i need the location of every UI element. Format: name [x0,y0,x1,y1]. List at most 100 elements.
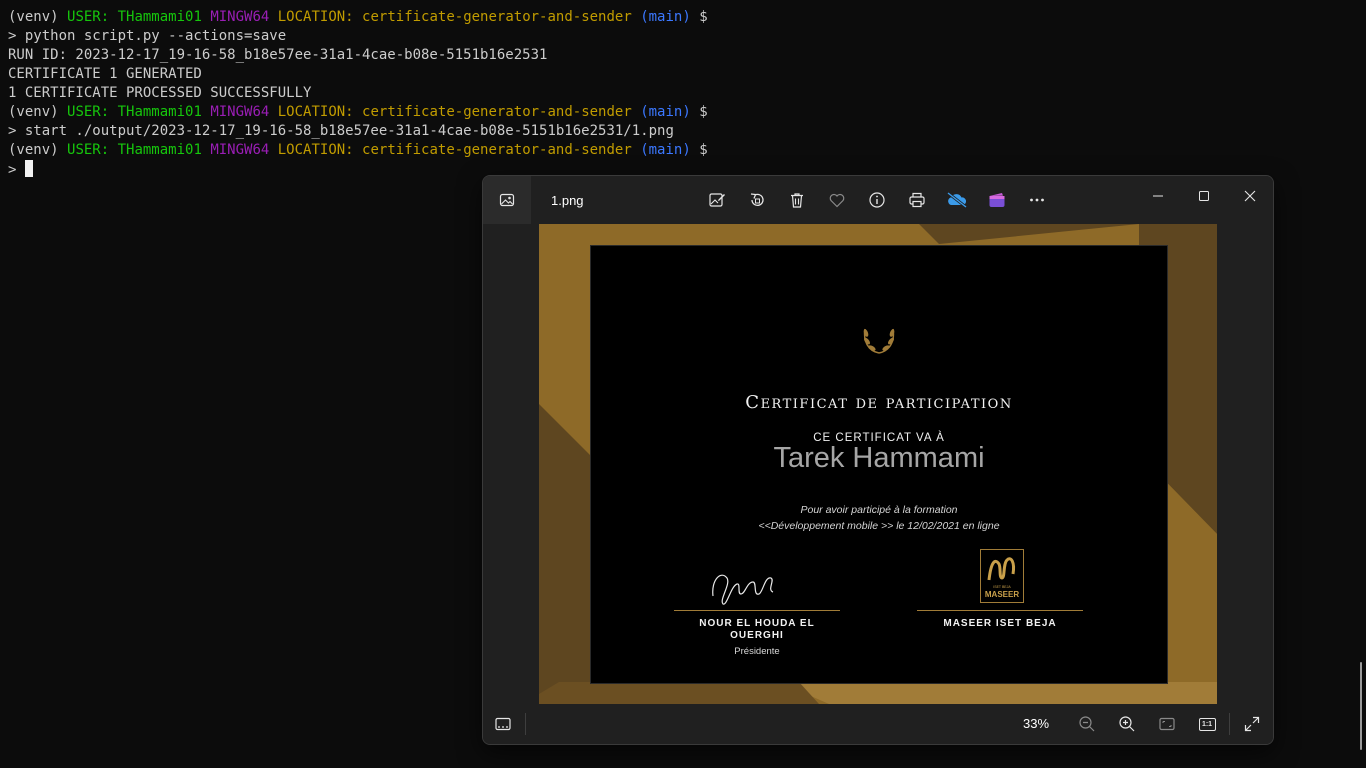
logo-text: MASEER [984,590,1020,599]
description-line: Pour avoir participé à la formation [800,504,958,516]
file-info-icon [869,192,885,208]
viewer-bottom-bar: 33% 1:1 [483,704,1273,744]
delete-icon [791,193,803,208]
system-name: MINGW64 [210,142,278,158]
zoom-out-button[interactable] [1075,712,1099,736]
image-canvas[interactable]: Certificat de participation CE CERTIFICA… [483,224,1273,704]
prompt-symbol: $ [699,104,708,120]
user-label: USER: [67,104,118,120]
filmstrip-button[interactable] [491,712,515,736]
fullscreen-button[interactable] [1240,712,1264,736]
signer-left-name: NOUR EL HOUDA EL OUERGHI [674,618,840,642]
user-label: USER: [67,9,118,25]
zoom-in-icon [1119,716,1135,732]
certificate-body: Certificat de participation CE CERTIFICA… [590,245,1168,684]
description-line: <<Développement mobile >> le 12/02/2021 … [758,520,1000,532]
command-line: > start ./output/2023-12-17_19-16-58_b18… [8,123,674,139]
print-icon [909,192,925,208]
viewer-titlebar[interactable]: 1.png [483,176,1273,224]
signature-image [712,574,774,605]
user-name: THammami01 [117,142,211,158]
user-label: USER: [67,142,118,158]
zoom-level[interactable]: 33% [1023,716,1049,731]
input-prefix: > [8,162,25,178]
edit-image-button[interactable] [705,188,729,212]
location-label: LOCATION: [277,9,363,25]
terminal-scrollbar[interactable] [1360,662,1362,750]
maseer-logo: ISET BEJA MASEER [980,549,1024,603]
actual-size-icon: 1:1 [1198,717,1216,731]
command-line: > python script.py --actions=save [8,28,287,44]
signer-name-line: OUERGHI [730,630,784,641]
git-branch: (main) [640,9,700,25]
gallery-button[interactable] [483,176,531,224]
favorite-button[interactable] [825,188,849,212]
prompt-line: (venv) USER: THammami01 MINGW64 LOCATION… [8,141,708,160]
filmstrip-icon [495,717,511,731]
recipient-name: Tarek Hammami [773,442,985,474]
prompt-line: (venv) USER: THammami01 MINGW64 LOCATION… [8,103,708,122]
git-branch: (main) [640,142,700,158]
output-line: CERTIFICATE 1 GENERATED [8,66,202,82]
onedrive-icon [947,191,967,209]
minimize-button[interactable] [1135,180,1181,212]
venv-label: (venv) [8,9,68,25]
certificate-description: Pour avoir participé à la formation <<Dé… [591,502,1167,534]
favorite-icon [829,193,845,208]
actual-size-button[interactable]: 1:1 [1195,712,1219,736]
location-label: LOCATION: [277,142,363,158]
maximize-icon [1199,191,1209,201]
system-name: MINGW64 [210,104,278,120]
minimize-icon [1153,195,1163,197]
clipchamp-button[interactable] [985,188,1009,212]
signer-name-line: NOUR EL HOUDA EL [699,618,815,629]
signature-line-left [674,610,840,611]
location-path: certificate-generator-and-sender [362,9,641,25]
prompt-symbol: $ [699,142,708,158]
close-button[interactable] [1227,180,1273,212]
print-button[interactable] [905,188,929,212]
prompt-symbol: $ [699,9,708,25]
output-line: 1 CERTIFICATE PROCESSED SUCCESSFULLY [8,85,312,101]
maximize-button[interactable] [1181,180,1227,212]
more-options-icon [1030,198,1044,202]
text-cursor [24,160,33,177]
user-name: THammami01 [117,104,211,120]
user-name: THammami01 [117,9,211,25]
fit-to-window-button[interactable] [1155,712,1179,736]
gallery-icon [499,193,515,207]
rotate-button[interactable] [745,188,769,212]
more-options-button[interactable] [1025,188,1049,212]
fullscreen-icon [1244,716,1260,732]
photos-viewer-window: 1.png Certificat de participation CE CER… [482,175,1274,745]
close-icon [1244,190,1256,202]
signature-line-right [917,610,1083,611]
git-branch: (main) [640,104,700,120]
certificate-title: Certificat de participation [745,392,1013,413]
signer-right-name: MASEER ISET BEJA [943,618,1057,629]
input-line[interactable]: > [8,160,33,180]
output-line: RUN ID: 2023-12-17_19-16-58_b18e57ee-31a… [8,47,548,63]
location-label: LOCATION: [277,104,363,120]
maseer-logo-mark [987,557,1015,581]
file-name: 1.png [551,193,584,208]
zoom-in-button[interactable] [1115,712,1139,736]
venv-label: (venv) [8,142,68,158]
separator [525,713,526,735]
venv-label: (venv) [8,104,68,120]
rotate-icon [750,193,764,206]
onedrive-button[interactable] [945,188,969,212]
file-info-button[interactable] [865,188,889,212]
location-path: certificate-generator-and-sender [362,142,641,158]
logo-caption: ISET BEJA [993,585,1011,589]
clipchamp-icon [989,193,1005,207]
prompt-line: (venv) USER: THammami01 MINGW64 LOCATION… [8,8,708,27]
system-name: MINGW64 [210,9,278,25]
delete-button[interactable] [785,188,809,212]
certificate-image: Certificat de participation CE CERTIFICA… [539,224,1217,704]
fit-to-window-icon [1159,717,1175,731]
signer-left-role: Présidente [734,646,780,657]
laurel-icon [863,328,895,354]
separator [1229,713,1230,735]
location-path: certificate-generator-and-sender [362,104,641,120]
